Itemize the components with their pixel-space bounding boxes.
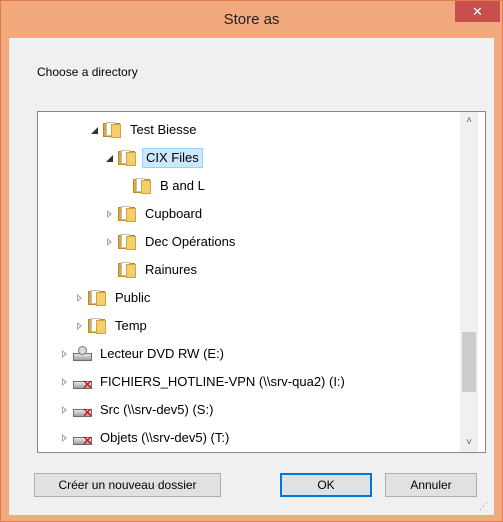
dialog-body: Choose a directory Test Biesse CIX Files… [9,38,494,515]
tree-item-test-biesse[interactable]: Test Biesse [90,119,485,141]
tree-item-cupboard[interactable]: Cupboard [105,203,485,225]
tree-item-public[interactable]: Public [75,287,485,309]
folder-icon [118,150,137,166]
window-title: Store as [223,11,280,28]
tree-item-label: Rainures [145,262,198,277]
folder-icon [88,318,107,334]
tree-item-label: FICHIERS_HOTLINE-VPN (\\srv-qua2) (I:) [100,374,345,389]
expanded-arrow-icon[interactable] [90,125,100,135]
dialog-prompt: Choose a directory [37,65,138,79]
collapsed-arrow-icon[interactable] [75,293,85,303]
collapsed-arrow-icon[interactable] [105,209,115,219]
tree-item-label: Objets (\\srv-dev5) (T:) [100,430,230,445]
tree-item-src-drive[interactable]: ✕ Src (\\srv-dev5) (S:) [60,399,480,421]
folder-icon [133,178,152,194]
disconnected-network-drive-icon: ✕ [73,402,93,419]
tree-item-dvd-drive[interactable]: Lecteur DVD RW (E:) [60,343,480,365]
create-new-folder-button[interactable]: Créer un nouveau dossier [34,473,221,497]
folder-icon [118,206,137,222]
tree-item-rainures[interactable]: Rainures [105,259,485,281]
folder-icon [118,234,137,250]
store-as-dialog: Store as ✕ Choose a directory Test Biess… [0,0,503,522]
disconnected-network-drive-icon: ✕ [73,374,93,391]
scroll-down-arrow-icon[interactable]: ˅ [460,434,478,452]
collapsed-arrow-icon[interactable] [60,349,70,359]
ok-button[interactable]: OK [280,473,372,497]
tree-item-label: Temp [115,318,147,333]
collapsed-arrow-icon[interactable] [75,321,85,331]
tree-item-objets-drive[interactable]: ✕ Objets (\\srv-dev5) (T:) [60,427,480,449]
collapsed-arrow-icon[interactable] [60,433,70,443]
close-button[interactable]: ✕ [455,1,500,22]
tree-item-label: Public [115,290,151,305]
dvd-drive-icon [73,346,93,362]
close-icon: ✕ [472,4,483,19]
tree-item-label: Cupboard [145,206,203,221]
tree-item-hotline-vpn-drive[interactable]: ✕ FICHIERS_HOTLINE-VPN (\\srv-qua2) (I:) [60,371,480,393]
tree-item-label: CIX Files [142,148,203,168]
cancel-button[interactable]: Annuler [385,473,477,497]
vertical-scrollbar[interactable]: ˄ ˅ [460,112,478,452]
tree-item-b-and-l[interactable]: B and L [120,175,485,197]
resize-grip-icon[interactable]: ⋰ [479,500,491,512]
tree-item-label: B and L [160,178,205,193]
disconnected-network-drive-icon: ✕ [73,430,93,447]
tree-item-cix-files[interactable]: CIX Files [105,147,485,169]
tree-item-label: Dec Opérations [145,234,236,249]
collapsed-arrow-icon[interactable] [105,237,115,247]
scroll-thumb[interactable] [462,332,476,392]
tree-item-label: Test Biesse [130,122,197,137]
collapsed-arrow-icon[interactable] [60,405,70,415]
tree-item-label: Lecteur DVD RW (E:) [100,346,225,361]
directory-tree[interactable]: Test Biesse CIX Files B and L Cupboard D… [37,111,486,453]
folder-icon [103,122,122,138]
tree-item-label: Src (\\srv-dev5) (S:) [100,402,214,417]
expanded-arrow-icon[interactable] [105,153,115,163]
tree-item-temp[interactable]: Temp [75,315,485,337]
title-bar[interactable]: Store as ✕ [1,1,502,38]
collapsed-arrow-icon[interactable] [60,377,70,387]
folder-icon [88,290,107,306]
scroll-up-arrow-icon[interactable]: ˄ [460,112,478,130]
tree-item-dec-operations[interactable]: Dec Opérations [105,231,485,253]
folder-icon [118,262,137,278]
